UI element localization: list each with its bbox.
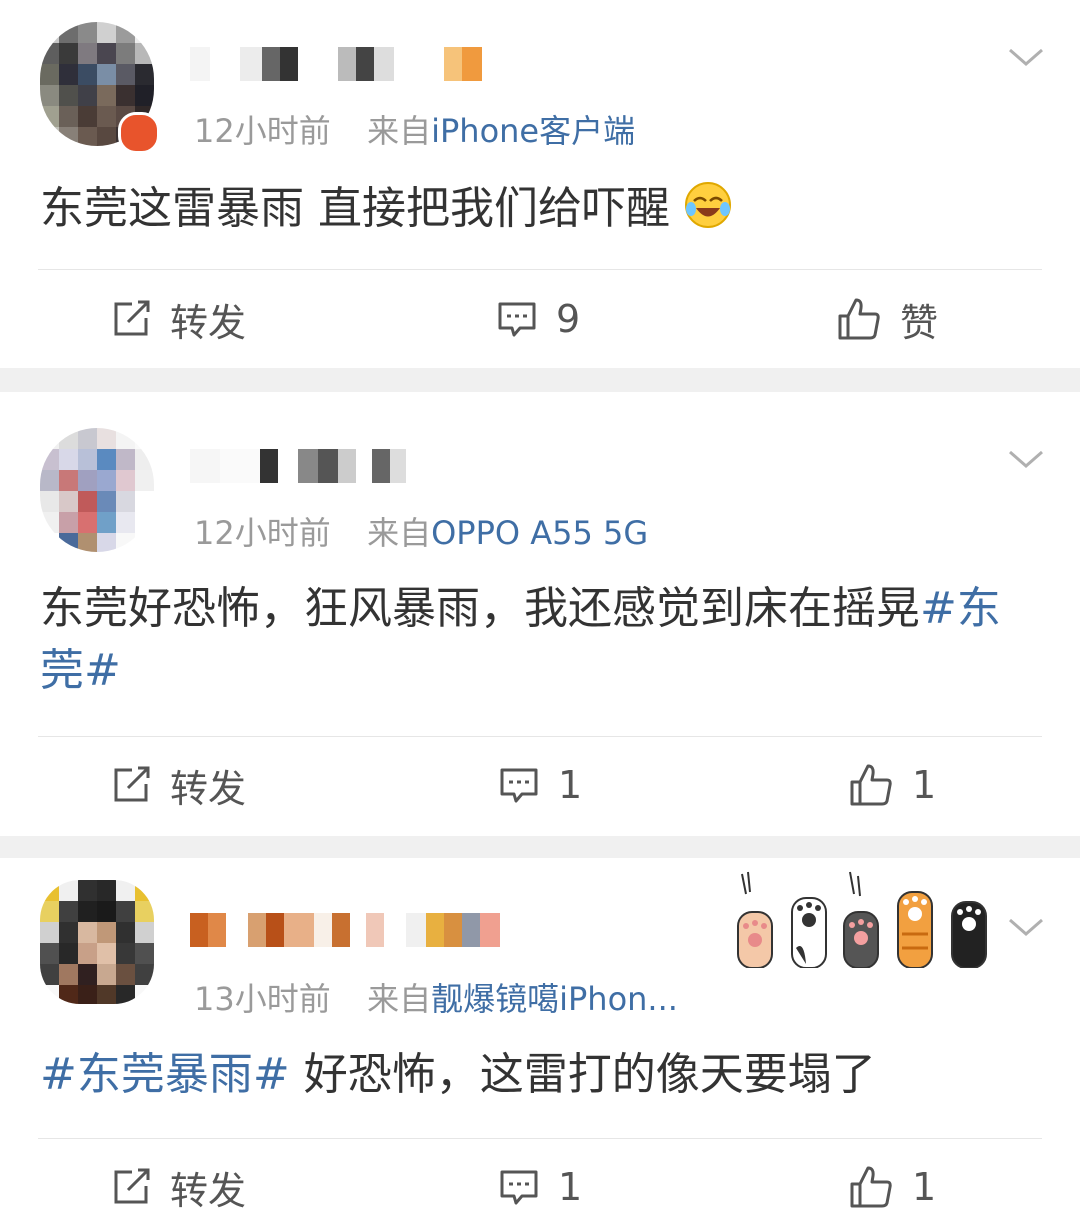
- username[interactable]: [190, 44, 482, 84]
- avatar-image: [40, 428, 154, 552]
- post-meta: 12小时前 来自OPPO A55 5G: [194, 508, 648, 554]
- source-prefix: 来自: [367, 980, 432, 1018]
- source-prefix: 来自: [367, 112, 432, 150]
- username[interactable]: [190, 910, 500, 950]
- comment-count: 9: [556, 297, 581, 341]
- post-separator: [0, 836, 1080, 858]
- like-count: 1: [912, 763, 937, 807]
- avatar[interactable]: [40, 880, 154, 1004]
- repost-icon: [114, 1168, 150, 1204]
- chevron-down-icon[interactable]: [1006, 42, 1046, 72]
- repost-label: 转发: [170, 766, 247, 811]
- post-meta: 13小时前 来自靓爆镜噶iPhon...: [194, 974, 678, 1020]
- comment-button[interactable]: 1: [498, 758, 582, 812]
- post-source-link[interactable]: OPPO A55 5G: [431, 514, 648, 552]
- repost-label: 转发: [170, 1168, 247, 1213]
- post-card: 12小时前 来自OPPO A55 5G 东莞好恐怖，狂风暴雨，我还感觉到床在摇晃…: [0, 392, 1080, 836]
- paw-1: [737, 871, 773, 968]
- repost-icon: [114, 300, 150, 336]
- like-button[interactable]: 1: [848, 758, 936, 812]
- post-time: 12小时前: [194, 514, 331, 552]
- like-count: 1: [912, 1165, 937, 1209]
- chevron-down-icon[interactable]: [1006, 444, 1046, 474]
- comment-icon: [498, 302, 536, 337]
- like-button[interactable]: 赞: [836, 292, 938, 346]
- verified-badge-icon: [118, 112, 160, 154]
- repost-button[interactable]: 转发: [110, 292, 246, 346]
- avatar-image: [40, 880, 154, 1004]
- divider: [38, 269, 1042, 270]
- repost-icon: [114, 766, 150, 802]
- repost-label: 转发: [170, 300, 247, 345]
- paw-3: [843, 871, 879, 968]
- comment-count: 1: [558, 763, 583, 807]
- post-time: 12小时前: [194, 112, 331, 150]
- paw-2: [791, 897, 827, 968]
- cat-paws-decoration-icon: [737, 871, 987, 968]
- post-time: 13小时前: [194, 980, 331, 1018]
- chevron-down-icon[interactable]: [1006, 912, 1046, 942]
- comment-icon: [500, 1170, 538, 1205]
- paw-5: [951, 901, 987, 968]
- post-source-link[interactable]: 靓爆镜噶iPhon...: [431, 980, 678, 1018]
- source-prefix: 来自: [367, 514, 432, 552]
- thumbs-up-icon: [850, 1166, 892, 1208]
- post-card: 12小时前 来自iPhone客户端 东莞这雷暴雨 直接把我们给吓醒 转发 9 赞: [0, 0, 1080, 368]
- repost-button[interactable]: 转发: [110, 1160, 246, 1214]
- divider: [38, 736, 1042, 737]
- avatar[interactable]: [40, 428, 154, 552]
- comment-button[interactable]: 9: [496, 292, 580, 346]
- like-label: 赞: [900, 300, 939, 345]
- thumbs-up-icon: [850, 764, 892, 806]
- repost-button[interactable]: 转发: [110, 758, 246, 812]
- divider: [38, 1138, 1042, 1139]
- post-text: 东莞这雷暴雨 直接把我们给吓醒: [40, 178, 1030, 240]
- comment-count: 1: [558, 1165, 583, 1209]
- post-text: #东莞暴雨# 好恐怖，这雷打的像天要塌了: [40, 1049, 876, 1100]
- laughing-crying-emoji-icon: [685, 182, 731, 228]
- post-separator: [0, 368, 1080, 392]
- post-source-link[interactable]: iPhone客户端: [431, 112, 635, 150]
- paw-4: [897, 891, 933, 968]
- comment-button[interactable]: 1: [498, 1160, 582, 1214]
- comment-icon: [500, 768, 538, 803]
- like-button[interactable]: 1: [848, 1160, 936, 1214]
- username[interactable]: [190, 446, 406, 486]
- post-text: 东莞好恐怖，狂风暴雨，我还感觉到床在摇晃#东莞#: [40, 583, 1001, 696]
- thumbs-up-icon: [838, 298, 880, 340]
- post-card: 13小时前 来自靓爆镜噶iPhon... #东莞暴雨# 好恐怖，这雷打的像天要塌…: [0, 858, 1080, 1230]
- topic-link[interactable]: #东莞暴雨#: [40, 1049, 290, 1100]
- post-meta: 12小时前 来自iPhone客户端: [194, 106, 635, 152]
